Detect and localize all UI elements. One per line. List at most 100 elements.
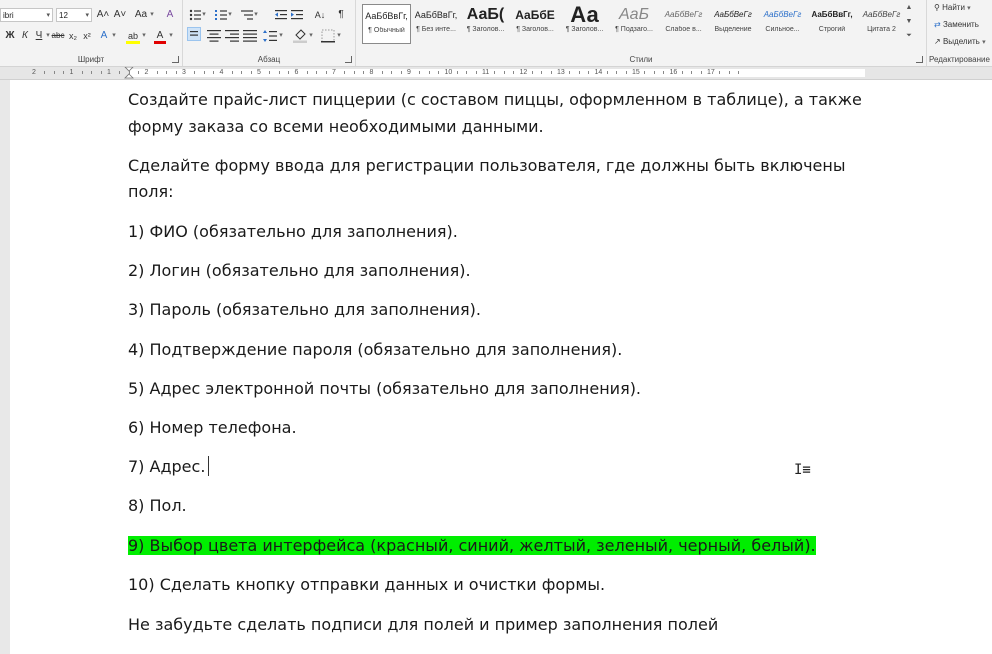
- ruler-tick: [428, 71, 430, 74]
- strikethrough-button[interactable]: abc: [50, 28, 66, 44]
- list-item-submit-reset[interactable]: 10) Сделать кнопку отправки данных и очи…: [128, 571, 605, 598]
- ruler-tick: [119, 71, 121, 74]
- underline-button[interactable]: Ч: [33, 28, 45, 44]
- ruler-tick: [194, 71, 196, 74]
- paragraph-line[interactable]: Сделайте форму ввода для регистрации пол…: [128, 152, 845, 179]
- sort-button[interactable]: A↓: [313, 7, 327, 23]
- font-color-button[interactable]: A: [154, 28, 166, 44]
- list-item-password-confirm[interactable]: 4) Подтверждение пароля (обязательно для…: [128, 336, 622, 363]
- list-item-fio[interactable]: 1) ФИО (обязательно для заполнения).: [128, 218, 458, 245]
- chevron-down-icon: ▾: [85, 12, 89, 19]
- bold-button[interactable]: Ж: [4, 28, 16, 44]
- ruler-tick: [653, 71, 655, 74]
- list-item-gender[interactable]: 8) Пол.: [128, 492, 187, 519]
- align-right-icon[interactable]: [225, 29, 239, 43]
- horizontal-ruler[interactable]: 2 1 1 2 3 4 5 6 7 8 9 10 11 12 13 14 15 16 17: [0, 67, 992, 80]
- style-name: Сильное...: [765, 26, 800, 33]
- highlight-button[interactable]: ab: [126, 28, 140, 44]
- chevron-down-icon: ▾: [150, 11, 154, 18]
- chevron-down-icon: ▾: [254, 11, 258, 18]
- style-5[interactable]: Аа ¶ Заголов...: [560, 4, 609, 44]
- ruler-tick: [316, 71, 318, 74]
- shading-icon[interactable]: [293, 29, 307, 43]
- ruler-tick: [531, 71, 533, 74]
- style-preview: АаБбВеГг: [862, 10, 901, 19]
- ruler-tick: [719, 71, 721, 74]
- ruler-tick: [456, 71, 458, 74]
- change-case-button[interactable]: Aa: [133, 7, 149, 23]
- ruler-number: 4: [219, 69, 224, 76]
- style-11[interactable]: АаБбВеГг Цитата 2: [857, 4, 906, 44]
- borders-icon[interactable]: [321, 29, 335, 43]
- italic-button[interactable]: К: [19, 28, 31, 44]
- chevron-down-icon: ▾: [982, 39, 986, 46]
- gallery-more-icon[interactable]: ⏷: [904, 32, 914, 40]
- chevron-down-icon: ▾: [337, 32, 341, 39]
- ruler-tick: [100, 71, 102, 74]
- replace-button[interactable]: ⇄ Заменить: [934, 20, 979, 29]
- style-9[interactable]: АаБбВеГг Сильное...: [758, 4, 807, 44]
- ruler-tick: [644, 71, 646, 74]
- list-item-login[interactable]: 2) Логин (обязательно для заполнения).: [128, 257, 471, 284]
- text-effects-button[interactable]: A: [98, 28, 110, 44]
- search-icon: ⚲: [934, 3, 940, 12]
- font-size-value: 12: [59, 11, 68, 20]
- paragraph-group-label: Абзац: [257, 55, 281, 64]
- paragraph-line[interactable]: поля:: [128, 178, 174, 205]
- gallery-down-icon[interactable]: ▼: [904, 18, 914, 25]
- ruler-number: 11: [482, 69, 490, 76]
- shrink-font-button[interactable]: A˅: [113, 7, 127, 23]
- ruler-tick: [306, 71, 308, 74]
- style-8[interactable]: АаБбВеГг Выделение: [709, 4, 758, 44]
- style-6[interactable]: АаБ ¶ Подзаго...: [610, 4, 659, 44]
- multilevel-list-icon[interactable]: [241, 9, 253, 21]
- paragraph-line[interactable]: форму заказа со всеми необходимыми данны…: [128, 113, 544, 140]
- style-4[interactable]: АаБбЕ ¶ Заголов...: [511, 4, 560, 44]
- clear-formatting-button[interactable]: A: [163, 7, 177, 23]
- style-7[interactable]: АаБбВеГг Слабое в...: [659, 4, 708, 44]
- decrease-indent-icon[interactable]: [275, 9, 287, 21]
- replace-label: Заменить: [942, 20, 979, 29]
- dialog-launcher-icon[interactable]: [916, 56, 923, 63]
- dialog-launcher-icon[interactable]: [345, 56, 352, 63]
- style-10[interactable]: АаБбВвГг, Строгий: [808, 4, 857, 44]
- style-name: Строгий: [818, 26, 846, 33]
- style-1[interactable]: АаБбВвГг, ¶ Обычный: [362, 4, 411, 44]
- font-size-box[interactable]: 12 ▾: [56, 8, 92, 22]
- paragraph-line[interactable]: Не забудьте сделать подписи для полей и …: [128, 611, 718, 638]
- style-2[interactable]: АаБбВвГг, ¶ Без инте...: [412, 4, 461, 44]
- ruler-tick: [391, 71, 393, 74]
- paragraph-line[interactable]: Создайте прайс-лист пиццерии (с составом…: [128, 86, 862, 113]
- dialog-launcher-icon[interactable]: [172, 56, 179, 63]
- align-left-icon[interactable]: [187, 27, 201, 41]
- gallery-up-icon[interactable]: ▲: [904, 4, 914, 11]
- ribbon: ibri ▾ 12 ▾ A˄ A˅ Aa ▾ A Ж К Ч ▾ abc x₂ …: [0, 0, 992, 67]
- font-name-box[interactable]: ibri ▾: [0, 8, 53, 22]
- grow-font-button[interactable]: A˄: [96, 7, 110, 23]
- ruler-tick: [63, 71, 65, 74]
- ruler-number: 12: [519, 69, 528, 76]
- list-item-email[interactable]: 5) Адрес электронной почты (обязательно …: [128, 375, 641, 402]
- select-button[interactable]: ↗ Выделить ▾: [934, 37, 986, 46]
- align-center-icon[interactable]: [207, 29, 221, 43]
- indent-marker-icon[interactable]: [124, 67, 134, 79]
- increase-indent-icon[interactable]: [291, 9, 303, 21]
- list-item-phone[interactable]: 6) Номер телефона.: [128, 414, 297, 441]
- bullets-icon[interactable]: [189, 9, 201, 21]
- justify-icon[interactable]: [243, 29, 257, 43]
- find-button[interactable]: ⚲ Найти ▾: [934, 3, 971, 12]
- ruler-tick: [381, 71, 383, 74]
- numbering-icon[interactable]: [215, 9, 227, 21]
- list-item-password[interactable]: 3) Пароль (обязательно для заполнения).: [128, 296, 481, 323]
- list-item-address[interactable]: 7) Адрес.: [128, 453, 210, 480]
- line-spacing-icon[interactable]: [263, 29, 277, 43]
- ruler-tick: [166, 71, 168, 74]
- show-formatting-marks-button[interactable]: ¶: [335, 7, 347, 23]
- ruler-number: 1: [69, 69, 74, 76]
- superscript-button[interactable]: x²: [81, 28, 93, 44]
- style-3[interactable]: АаБ(¶ Заголов...: [461, 4, 510, 44]
- subscript-button[interactable]: x₂: [67, 28, 79, 44]
- ruler-tick: [419, 71, 421, 74]
- list-item-theme-color[interactable]: 9) Выбор цвета интерфейса (красный, сини…: [128, 532, 816, 559]
- ruler-tick: [203, 71, 205, 74]
